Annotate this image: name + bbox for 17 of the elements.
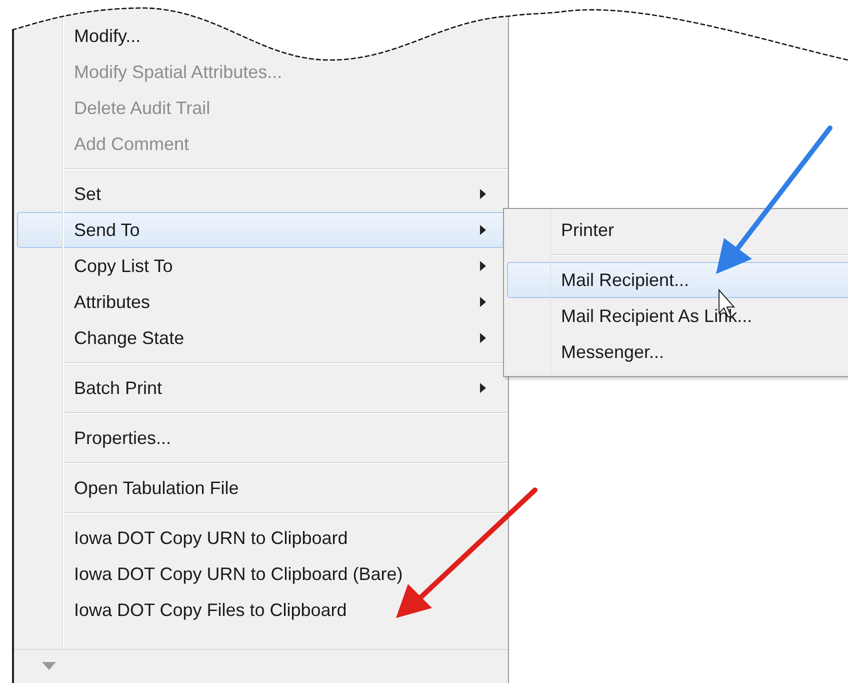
menu-item[interactable]: Send To [17,212,505,248]
menu-item[interactable]: Batch Print [17,370,505,406]
menu-item[interactable]: Copy List To [17,248,505,284]
down-arrow-icon[interactable] [42,662,56,670]
submenu-item[interactable]: Printer [507,212,848,248]
menu-item[interactable]: Modify... [17,18,160,54]
submenu-item[interactable]: Mail Recipient... [507,262,848,298]
menu-item[interactable]: Properties... [17,420,190,456]
submenu-item[interactable]: Mail Recipient As Link... [507,298,848,334]
menu-item[interactable]: Attributes [17,284,505,320]
menu-item[interactable]: Iowa DOT Copy URN to Clipboard (Bare) [17,556,422,592]
menu-item[interactable]: Iowa DOT Copy URN to Clipboard [17,520,367,556]
menu-item[interactable]: Set [17,176,505,212]
menu-item[interactable]: Change State [17,320,505,356]
submenu-item[interactable]: Messenger... [507,334,848,370]
menu-item[interactable]: Open Tabulation File [17,470,258,506]
menu-item[interactable]: Iowa DOT Copy Files to Clipboard [17,592,366,628]
